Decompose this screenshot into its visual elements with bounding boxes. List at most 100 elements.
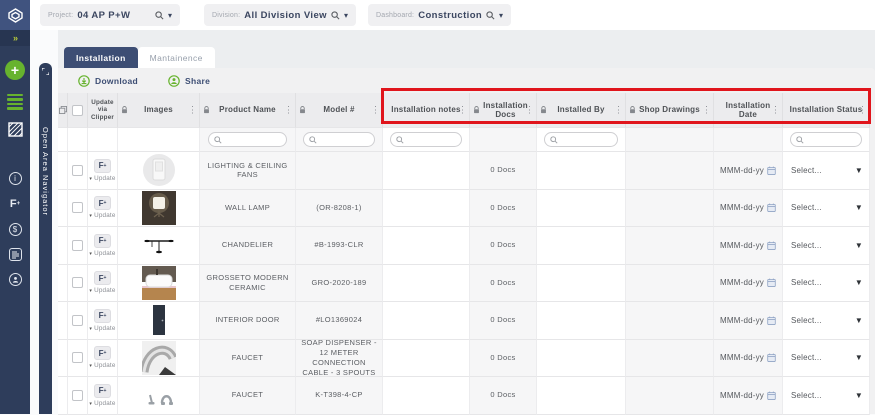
installation-date-cell[interactable]: MMM-dd-yy [714, 190, 783, 228]
row-update-clipper[interactable]: F+ ▾ Update [88, 377, 118, 415]
shop-drawings-cell[interactable] [626, 152, 714, 190]
header-update-clipper[interactable]: Update via Clipper [88, 93, 118, 128]
faucet-set-photo[interactable] [142, 378, 176, 412]
chandelier-drawing[interactable] [142, 228, 176, 262]
shop-drawings-cell[interactable] [626, 227, 714, 265]
installed-by-cell[interactable] [537, 152, 626, 190]
installation-date-cell[interactable]: MMM-dd-yy [714, 152, 783, 190]
project-selector[interactable]: Project: 04 AP P+W ▾ [40, 4, 180, 26]
update-button[interactable]: ▾ Update [89, 362, 115, 369]
tab-maintenance[interactable]: Mantainence [138, 47, 215, 68]
column-menu-icon[interactable]: ⋮ [458, 106, 467, 115]
download-button[interactable]: Download [78, 75, 138, 87]
row-checkbox[interactable] [68, 152, 88, 190]
filter-installation-notes[interactable] [383, 128, 470, 152]
installation-status-select[interactable]: Select...▼ [783, 227, 870, 265]
search-icon[interactable] [331, 11, 340, 20]
installation-notes-cell[interactable] [383, 340, 470, 378]
header-installed-by[interactable]: Installed By ⋮ [537, 93, 626, 128]
search-input[interactable] [544, 132, 618, 147]
calendar-icon[interactable] [767, 353, 776, 362]
clipper-badge-icon[interactable]: F+ [94, 196, 111, 210]
column-menu-icon[interactable]: ⋮ [188, 106, 197, 115]
shop-drawings-cell[interactable] [626, 377, 714, 415]
installation-status-select[interactable]: Select...▼ [783, 377, 870, 415]
clipper-badge-icon[interactable]: F+ [94, 159, 111, 173]
update-button[interactable]: ▾ Update [89, 287, 115, 294]
chevron-down-icon[interactable]: ▼ [855, 278, 863, 287]
header-installation-date[interactable]: Installation Date ⋮ [714, 93, 783, 128]
row-update-clipper[interactable]: F+ ▾ Update [88, 265, 118, 303]
ceiling-light-photo[interactable] [142, 153, 176, 187]
calendar-icon[interactable] [767, 203, 776, 212]
row-image-cell[interactable] [118, 302, 200, 340]
search-input[interactable] [390, 132, 462, 147]
installed-by-cell[interactable] [537, 377, 626, 415]
chevron-down-icon[interactable]: ▼ [855, 391, 863, 400]
search-input[interactable] [790, 132, 862, 147]
header-installation-status[interactable]: Installation Status ⋮ [783, 93, 870, 128]
column-menu-icon[interactable]: ⋮ [614, 106, 623, 115]
calendar-icon[interactable] [767, 278, 776, 287]
installation-date-cell[interactable]: MMM-dd-yy [714, 302, 783, 340]
row-update-clipper[interactable]: F+ ▾ Update [88, 340, 118, 378]
header-shop-drawings[interactable]: Shop Drawings ⋮ [626, 93, 714, 128]
row-image-cell[interactable] [118, 377, 200, 415]
row-update-clipper[interactable]: F+ ▾ Update [88, 190, 118, 228]
filter-installation-status[interactable] [783, 128, 870, 152]
filter-product-name[interactable] [200, 128, 296, 152]
search-icon[interactable] [486, 11, 495, 20]
row-checkbox[interactable] [68, 302, 88, 340]
clipper-badge-icon[interactable]: F+ [94, 309, 111, 323]
installation-notes-cell[interactable] [383, 302, 470, 340]
installation-status-select[interactable]: Select...▼ [783, 152, 870, 190]
share-button[interactable]: Share [168, 75, 210, 87]
installation-docs-cell[interactable]: 0 Docs [470, 227, 537, 265]
chevron-down-icon[interactable]: ▼ [855, 241, 863, 250]
shop-drawings-cell[interactable] [626, 190, 714, 228]
row-checkbox[interactable] [68, 265, 88, 303]
shop-drawings-cell[interactable] [626, 265, 714, 303]
header-model[interactable]: Model # ⋮ [296, 93, 383, 128]
ceramic-sink-photo[interactable] [142, 266, 176, 300]
installation-status-select[interactable]: Select...▼ [783, 340, 870, 378]
installed-by-cell[interactable] [537, 302, 626, 340]
calendar-icon[interactable] [767, 241, 776, 250]
header-select-all-checkbox[interactable] [68, 93, 88, 128]
row-checkbox[interactable] [68, 377, 88, 415]
installation-docs-cell[interactable]: 0 Docs [470, 377, 537, 415]
installation-date-cell[interactable]: MMM-dd-yy [714, 265, 783, 303]
installation-notes-cell[interactable] [383, 377, 470, 415]
row-checkbox[interactable] [68, 190, 88, 228]
document-icon[interactable] [9, 248, 22, 261]
row-update-clipper[interactable]: F+ ▾ Update [88, 302, 118, 340]
calendar-icon[interactable] [767, 316, 776, 325]
open-area-navigator-panel[interactable]: Open Area Navigator [39, 63, 52, 414]
installed-by-cell[interactable] [537, 190, 626, 228]
clipper-badge-icon[interactable]: F+ [94, 384, 111, 398]
row-image-cell[interactable] [118, 265, 200, 303]
menu-icon[interactable] [7, 94, 23, 110]
installation-status-select[interactable]: Select...▼ [783, 265, 870, 303]
wall-lamp-photo[interactable] [142, 191, 176, 225]
faucet-chrome-photo[interactable] [142, 341, 176, 375]
installation-docs-cell[interactable]: 0 Docs [470, 190, 537, 228]
interior-door-photo[interactable] [142, 303, 176, 337]
user-support-icon[interactable] [9, 273, 22, 286]
info-icon[interactable]: i [9, 172, 22, 185]
update-button[interactable]: ▾ Update [89, 325, 115, 332]
row-update-clipper[interactable]: F+ ▾ Update [88, 152, 118, 190]
app-logo[interactable] [0, 0, 30, 30]
column-menu-icon[interactable]: ⋮ [858, 106, 867, 115]
update-button[interactable]: ▾ Update [89, 175, 115, 182]
chevron-down-icon[interactable]: ▼ [855, 353, 863, 362]
search-input[interactable] [303, 132, 375, 147]
search-icon[interactable] [155, 11, 164, 20]
pattern-grid-icon[interactable] [8, 122, 23, 137]
column-menu-icon[interactable]: ⋮ [771, 106, 780, 115]
installed-by-cell[interactable] [537, 265, 626, 303]
sidebar-collapse-button[interactable]: » [0, 30, 30, 46]
chevron-down-icon[interactable]: ▼ [855, 203, 863, 212]
column-menu-icon[interactable]: ⋮ [284, 106, 293, 115]
row-update-clipper[interactable]: F+ ▾ Update [88, 227, 118, 265]
